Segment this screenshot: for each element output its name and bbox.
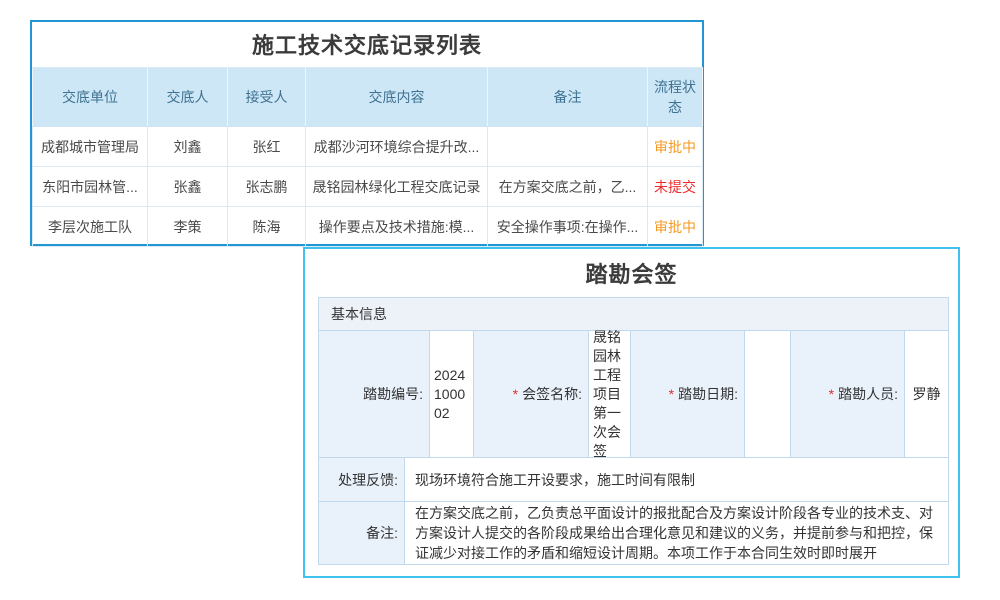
signoff-name-value: 晟铭园林工程项目第一次会签 — [588, 331, 630, 457]
required-asterisk: * — [829, 386, 834, 402]
cell-unit: 成都城市管理局 — [33, 127, 148, 167]
signoff-form-table: 基本信息 踏勘编号: 2024100002 * 会签名称: 晟铭园林工程项目第一… — [318, 297, 949, 565]
section-header-basic-info: 基本信息 — [319, 298, 948, 330]
cell-receiver: 张红 — [228, 127, 306, 167]
col-header-person: 交底人 — [148, 68, 228, 127]
cell-person: 刘鑫 — [148, 127, 228, 167]
status-badge: 审批中 — [648, 127, 703, 167]
fields-row: 踏勘编号: 2024100002 * 会签名称: 晟铭园林工程项目第一次会签 *… — [319, 330, 948, 457]
field-label: 踏勘编号: — [363, 384, 423, 404]
disclosure-table-header-row: 交底单位 交底人 接受人 交底内容 备注 流程状态 — [33, 68, 703, 127]
field-label: 踏勘人员: — [838, 384, 898, 404]
cell-content: 成都沙河环境综合提升改... — [306, 127, 488, 167]
feedback-label-cell: 处理反馈: — [319, 458, 404, 501]
disclosure-list-title: 施工技术交底记录列表 — [32, 22, 702, 67]
section-header-label: 基本信息 — [331, 304, 387, 324]
required-asterisk: * — [669, 386, 674, 402]
col-header-unit: 交底单位 — [33, 68, 148, 127]
survey-date-value — [744, 331, 790, 457]
col-header-status: 流程状态 — [648, 68, 703, 127]
table-row[interactable]: 东阳市园林管... 张鑫 张志鹏 晟铭园林绿化工程交底记录 在方案交底之前，乙.… — [33, 167, 703, 207]
survey-signoff-title: 踏勘会签 — [305, 249, 958, 297]
status-badge: 未提交 — [648, 167, 703, 207]
status-badge: 审批中 — [648, 207, 703, 247]
cell-remark: 在方案交底之前，乙... — [488, 167, 648, 207]
feedback-row: 处理反馈: 现场环境符合施工开设要求，施工时间有限制 — [319, 457, 948, 501]
field-label: 会签名称: — [522, 384, 582, 404]
cell-remark — [488, 127, 648, 167]
feedback-value: 现场环境符合施工开设要求，施工时间有限制 — [404, 458, 948, 501]
col-header-receiver: 接受人 — [228, 68, 306, 127]
cell-remark: 安全操作事项:在操作... — [488, 207, 648, 247]
remark-value: 在方案交底之前，乙负责总平面设计的报批配合及方案设计阶段各专业的技术支、对方案设… — [404, 502, 948, 564]
survey-signoff-panel: 踏勘会签 基本信息 踏勘编号: 2024100002 * 会签名称: 晟铭园林工… — [303, 247, 960, 578]
cell-content: 操作要点及技术措施:模... — [306, 207, 488, 247]
cell-receiver: 陈海 — [228, 207, 306, 247]
disclosure-table: 交底单位 交底人 接受人 交底内容 备注 流程状态 成都城市管理局 刘鑫 张红 … — [32, 67, 703, 247]
table-row[interactable]: 成都城市管理局 刘鑫 张红 成都沙河环境综合提升改... 审批中 — [33, 127, 703, 167]
survey-staff-value: 罗静 — [904, 331, 948, 457]
survey-number-value: 2024100002 — [429, 331, 473, 457]
cell-receiver: 张志鹏 — [228, 167, 306, 207]
field-label: 踏勘日期: — [678, 384, 738, 404]
cell-person: 张鑫 — [148, 167, 228, 207]
cell-unit: 东阳市园林管... — [33, 167, 148, 207]
field-label: 备注: — [366, 523, 398, 543]
cell-unit: 李层次施工队 — [33, 207, 148, 247]
remark-label-cell: 备注: — [319, 502, 404, 564]
signoff-name-label-cell: * 会签名称: — [473, 331, 588, 457]
remark-row: 备注: 在方案交底之前，乙负责总平面设计的报批配合及方案设计阶段各专业的技术支、… — [319, 501, 948, 564]
required-asterisk: * — [513, 386, 518, 402]
cell-content: 晟铭园林绿化工程交底记录 — [306, 167, 488, 207]
field-label: 处理反馈: — [338, 470, 398, 490]
survey-date-label-cell: * 踏勘日期: — [630, 331, 744, 457]
col-header-remark: 备注 — [488, 68, 648, 127]
cell-person: 李策 — [148, 207, 228, 247]
table-row[interactable]: 李层次施工队 李策 陈海 操作要点及技术措施:模... 安全操作事项:在操作..… — [33, 207, 703, 247]
col-header-content: 交底内容 — [306, 68, 488, 127]
survey-number-label-cell: 踏勘编号: — [319, 331, 429, 457]
survey-staff-label-cell: * 踏勘人员: — [790, 331, 904, 457]
disclosure-list-panel: 施工技术交底记录列表 交底单位 交底人 接受人 交底内容 备注 流程状态 成都城… — [30, 20, 704, 246]
